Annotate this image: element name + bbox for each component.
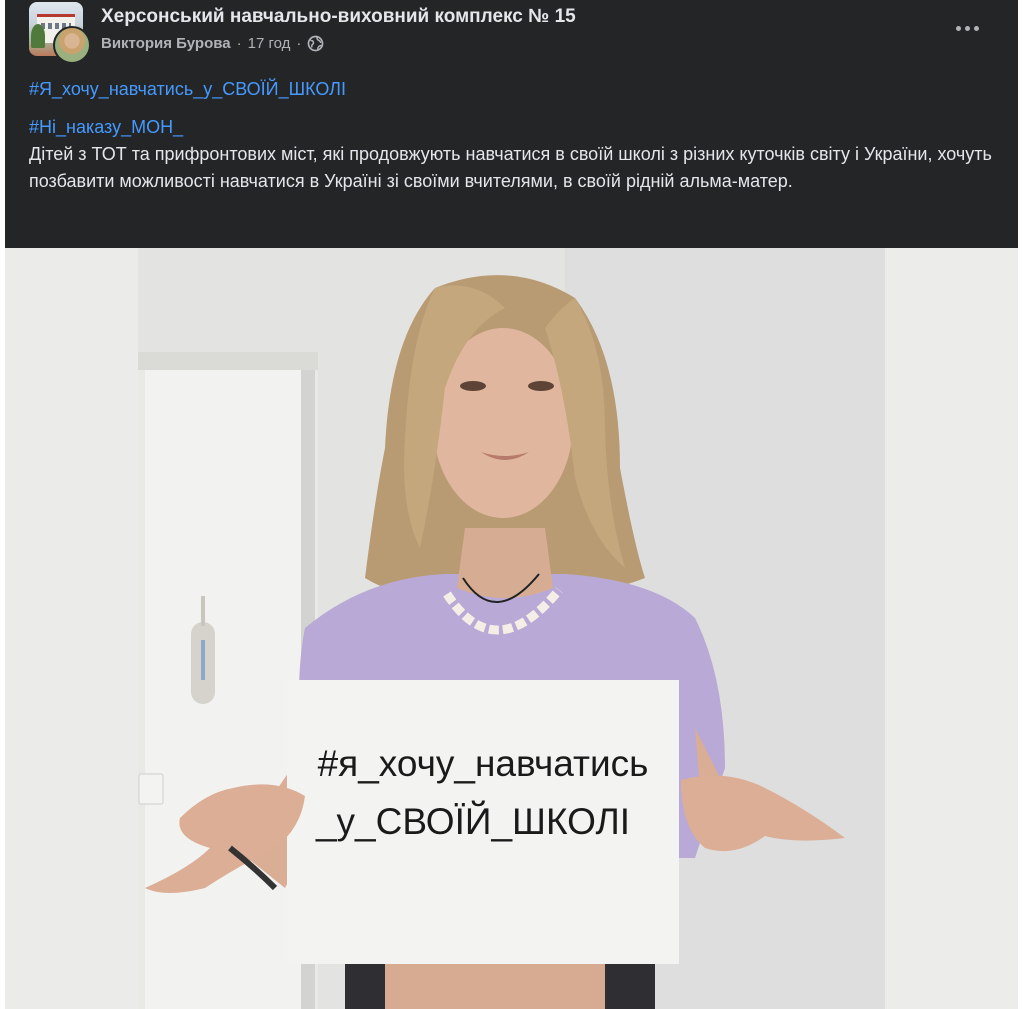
post-photo[interactable]: #я_хочу_навчатись _у_СВОЇЙ_ШКОЛІ — [5, 248, 1018, 1009]
post-header: Херсонський навчально-виховний комплекс … — [5, 0, 1018, 70]
avatar[interactable] — [29, 2, 91, 64]
post-body-text: Дітей з ТОТ та прифронтових міст, які пр… — [29, 144, 992, 191]
hashtag-link[interactable]: #Ні_наказу_МОН_ — [29, 114, 999, 141]
sign-text-line-2: _у_СВОЇЙ_ШКОЛІ — [315, 800, 630, 842]
more-options-icon — [955, 25, 961, 31]
facebook-post: Херсонський навчально-виховний комплекс … — [5, 0, 1018, 1009]
post-text: #Я_хочу_навчатись_у_СВОЇЙ_ШКОЛІ #Ні_нака… — [29, 76, 999, 195]
post-meta: Виктория Бурова · 17 год · — [101, 35, 324, 52]
more-options-dot — [973, 25, 979, 31]
post-timestamp[interactable]: 17 год — [248, 35, 291, 52]
meta-separator: · — [236, 35, 242, 52]
more-options-button[interactable] — [949, 13, 985, 43]
photo-illustration: #я_хочу_навчатись _у_СВОЇЙ_ШКОЛІ — [5, 248, 1018, 1009]
hashtag-link[interactable]: #Я_хочу_навчатись_у_СВОЇЙ_ШКОЛІ — [29, 76, 999, 103]
tree-graphic — [31, 24, 45, 48]
author-name-link[interactable]: Виктория Бурова — [101, 35, 231, 52]
globe-icon[interactable] — [307, 35, 324, 52]
user-avatar-image[interactable] — [53, 26, 91, 64]
page-name-link[interactable]: Херсонський навчально-виховний комплекс … — [101, 6, 576, 28]
meta-separator: · — [296, 35, 302, 52]
sign-text-line-1: #я_хочу_навчатись — [318, 743, 649, 784]
more-options-dot — [964, 25, 970, 31]
